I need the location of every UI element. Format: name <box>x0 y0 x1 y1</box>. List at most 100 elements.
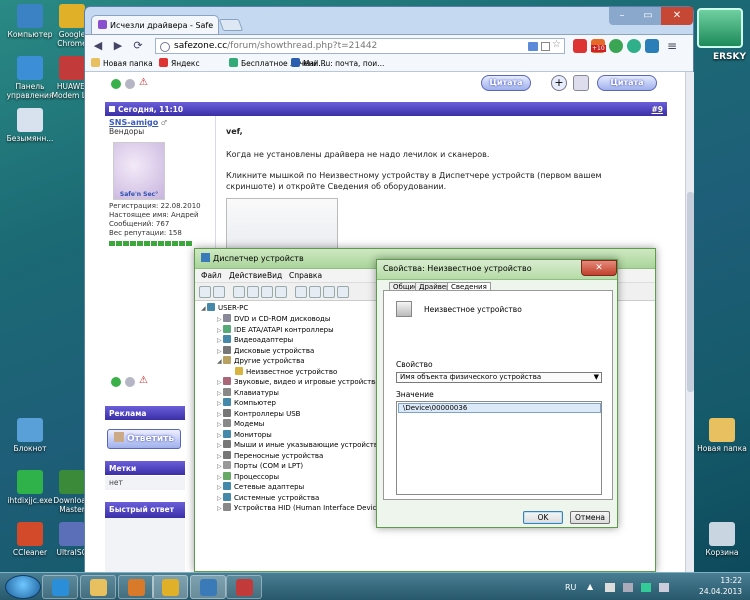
taskbar-devmgr-button[interactable] <box>190 575 226 599</box>
tree-item-14[interactable]: ▷ Порты (COM и LPT) <box>217 461 303 471</box>
tree-item-4[interactable]: ◢ Другие устройства <box>217 356 305 366</box>
ok-button[interactable]: OK <box>523 511 563 524</box>
device-category-icon <box>223 440 231 448</box>
value-list[interactable]: \Device\00000036 <box>396 401 602 495</box>
ext-icon-5[interactable] <box>645 39 659 53</box>
tree-item-8[interactable]: ▷ Компьютер <box>217 398 276 408</box>
tree-item-1[interactable]: ▷ IDE ATA/ATAPI контроллеры <box>217 324 334 335</box>
ext-icon-3[interactable] <box>609 39 623 53</box>
menu-item-0[interactable]: Файл <box>201 271 222 280</box>
tb-scan-icon[interactable] <box>295 286 307 298</box>
tree-item-18[interactable]: ▷ Устройства HID (Human Interface Devices… <box>217 503 387 513</box>
tree-item-12[interactable]: ▷ Мыши и иные указывающие устройства <box>217 440 382 450</box>
maximize-button[interactable]: ▭ <box>635 7 661 25</box>
tree-item-17[interactable]: ▷ Системные устройства <box>217 492 319 503</box>
tree-item-9[interactable]: ▷ Контроллеры USB <box>217 408 300 419</box>
close-button[interactable]: ✕ <box>661 7 693 25</box>
tree-item-label: Клавиатуры <box>234 388 279 397</box>
multiquote-add-icon[interactable]: + <box>551 75 567 91</box>
tb-back-icon[interactable] <box>199 286 211 298</box>
tb-list-icon[interactable] <box>275 286 287 298</box>
bookmark-3[interactable]: Mail.Ru: почта, пои... <box>291 58 384 68</box>
quick-quote-icon[interactable] <box>573 75 589 91</box>
post-number[interactable]: #9 <box>651 105 663 114</box>
desktop-icon-right-0[interactable]: Новая папка <box>694 418 750 453</box>
warning-icon-2[interactable]: ⚠ <box>139 375 148 386</box>
taskbar-media-button[interactable] <box>118 575 154 599</box>
tree-item-3[interactable]: ▷ Дисковые устройства <box>217 345 314 356</box>
menu-item-3[interactable]: Справка <box>289 271 322 280</box>
tree-item-0[interactable]: ▷ DVD и CD-ROM дисководы <box>217 314 330 324</box>
ads-title: Реклама <box>109 409 147 418</box>
bookmark-0[interactable]: Новая папка <box>91 58 153 68</box>
menu-item-2[interactable]: Вид <box>267 271 282 280</box>
tree-item-2[interactable]: ▷ Видеоадаптеры <box>217 335 293 345</box>
quote-button[interactable]: Цитата <box>481 75 531 91</box>
translate-icon[interactable] <box>528 42 538 51</box>
tree-item-13[interactable]: ▷ Переносные устройства <box>217 450 323 461</box>
ext-icon-2[interactable]: +10 <box>591 39 606 53</box>
tb-uninstall-icon[interactable] <box>337 286 349 298</box>
tree-root[interactable]: ◢ USER-PC <box>201 303 248 313</box>
user-avatar[interactable]: Safe'n Sec° <box>113 142 165 200</box>
tray-language[interactable]: RU <box>565 583 576 592</box>
browser-tab[interactable]: Исчезли драйвера - Safe <box>91 15 219 35</box>
value-list-item[interactable]: \Device\00000036 <box>398 403 601 413</box>
tb-update-driver-icon[interactable] <box>309 286 321 298</box>
tb-forward-icon[interactable] <box>213 286 225 298</box>
clock[interactable]: 13:22 24.04.2013 <box>699 575 742 597</box>
property-select[interactable]: Имя объекта физического устройства ▼ <box>396 372 602 383</box>
properties-close-button[interactable]: ✕ <box>581 260 617 276</box>
tray-arrow-icon[interactable]: ▲ <box>587 582 593 591</box>
reply-button[interactable]: Ответить <box>107 429 181 449</box>
page-scrollbar[interactable] <box>685 72 694 572</box>
desktop-icon-7-image <box>59 470 85 494</box>
kaspersky-widget[interactable]: ERSKY <box>692 4 748 74</box>
taskbar-chrome-button[interactable] <box>152 575 188 599</box>
reader-icon[interactable] <box>541 42 550 51</box>
tree-item-6[interactable]: ▷ Звуковые, видео и игровые устройства <box>217 377 380 387</box>
cancel-button[interactable]: Отмена <box>570 511 610 524</box>
taskbar-screenshot-button[interactable] <box>226 575 262 599</box>
tray-network-icon[interactable] <box>623 583 633 592</box>
ext-icon-4[interactable] <box>627 39 641 53</box>
start-button[interactable] <box>5 575 41 599</box>
tree-item-5[interactable]: Неизвестное устройство <box>229 366 337 377</box>
new-tab-button[interactable] <box>218 19 244 31</box>
tree-item-7[interactable]: ▷ Клавиатуры <box>217 387 279 398</box>
taskbar-ie-button[interactable] <box>42 575 78 599</box>
warning-icon[interactable]: ⚠ <box>139 77 148 88</box>
tree-item-10[interactable]: ▷ Модемы <box>217 419 264 429</box>
desktop-icon-5[interactable]: Блокнот <box>2 418 58 453</box>
menu-item-1[interactable]: Действие <box>229 271 267 280</box>
bookmark-1[interactable]: Яндекс <box>159 58 200 68</box>
back-button[interactable]: ◀ <box>89 38 107 54</box>
address-bar[interactable]: safezone.cc/forum/showthread.php?t=21442… <box>155 38 565 54</box>
post-username[interactable]: SNS-amigo <box>109 118 158 127</box>
wrench-menu-icon[interactable]: ≡ <box>667 39 681 53</box>
device-category-icon <box>223 429 231 438</box>
tb-help-icon[interactable] <box>261 286 273 298</box>
ext-icon-1[interactable] <box>573 39 587 53</box>
tree-item-16[interactable]: ▷ Сетевые адаптеры <box>217 482 304 492</box>
tray-volume-icon[interactable] <box>659 583 669 592</box>
tray-flag-icon[interactable] <box>605 583 615 592</box>
reload-button[interactable]: ⟳ <box>129 38 147 54</box>
tree-item-11[interactable]: ▷ Мониторы <box>217 429 272 440</box>
desktop-icon-right-1[interactable]: Корзина <box>694 522 750 557</box>
bookmark-star-icon[interactable]: ☆ <box>552 39 561 50</box>
scales-icon[interactable] <box>125 79 135 89</box>
tree-item-15[interactable]: ▷ Процессоры <box>217 471 279 482</box>
scrollbar-thumb[interactable] <box>687 192 694 392</box>
quote-button-2[interactable]: Цитата <box>597 75 657 91</box>
desktop-icon-4[interactable]: Безымянн... <box>2 108 58 143</box>
minimize-button[interactable]: – <box>609 7 635 25</box>
tb-disable-icon[interactable] <box>323 286 335 298</box>
taskbar-explorer-button[interactable] <box>80 575 116 599</box>
unknown-device-icon <box>396 301 412 317</box>
tb-view-icon[interactable] <box>247 286 259 298</box>
tray-kaspersky-icon[interactable] <box>641 583 651 592</box>
scales-icon-2[interactable] <box>125 377 135 387</box>
forward-button[interactable]: ▶ <box>109 38 127 54</box>
tb-properties-icon[interactable] <box>233 286 245 298</box>
